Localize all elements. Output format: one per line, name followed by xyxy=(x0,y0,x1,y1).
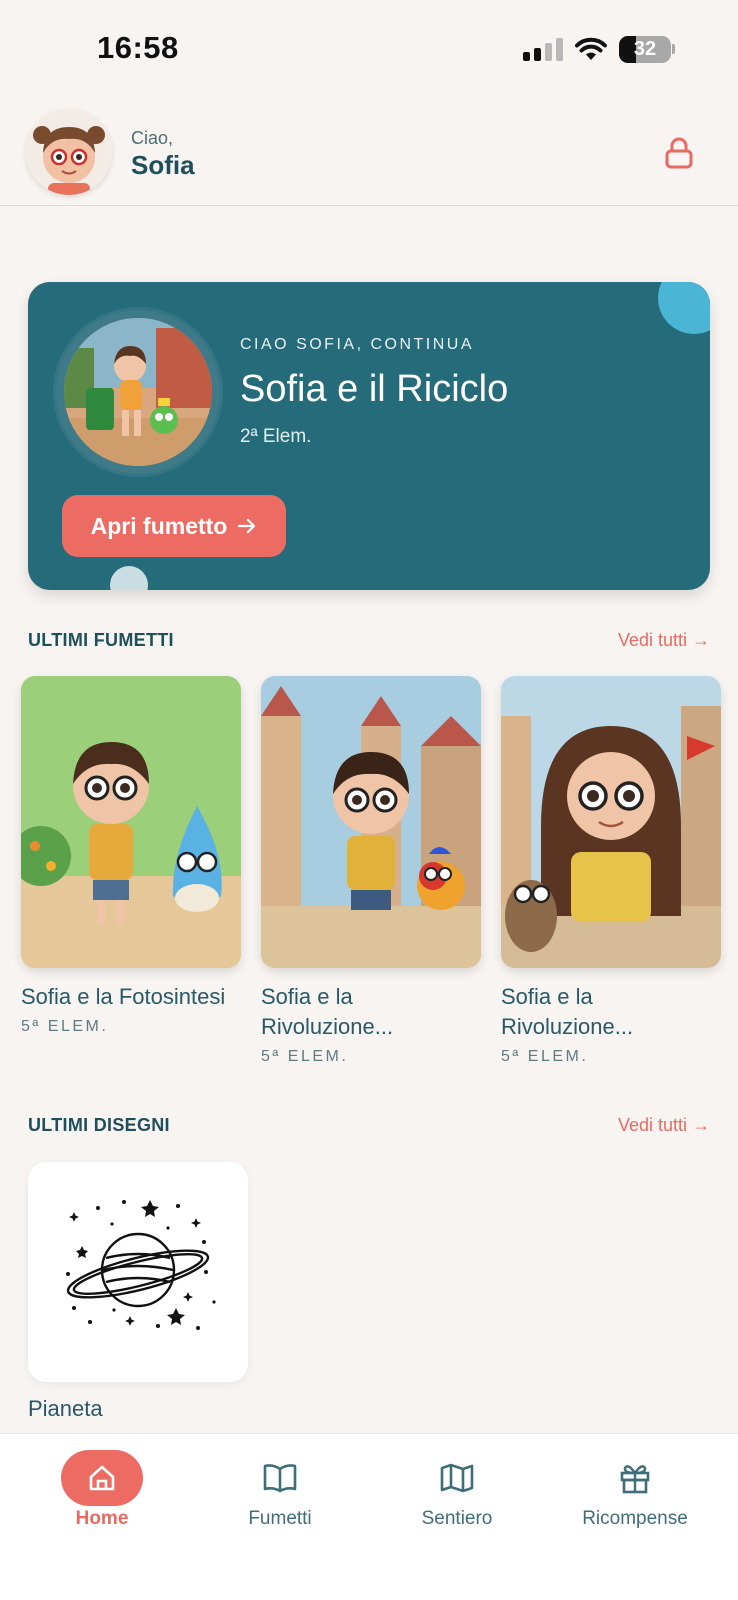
decorative-bubble xyxy=(658,282,710,334)
gift-icon xyxy=(620,1465,650,1494)
signal-icon xyxy=(523,38,563,61)
wifi-icon xyxy=(575,37,607,60)
comic-grade: 5ª ELEM. xyxy=(261,1048,349,1065)
nav-label: Sentiero xyxy=(421,1508,493,1529)
comic-grade: 5ª ELEM. xyxy=(21,1018,109,1035)
decorative-bubble xyxy=(110,566,148,590)
comic-card[interactable]: Sofia e la Rivoluzione... 5ª ELEM. xyxy=(501,676,721,1066)
comic-title: Sofia e la Fotosintesi xyxy=(21,984,226,1009)
open-comic-button[interactable]: Apri fumetto xyxy=(62,495,286,557)
book-icon xyxy=(263,1464,297,1493)
open-comic-button-label: Apri fumetto xyxy=(90,512,228,539)
nav-item-fumetti[interactable]: Fumetti xyxy=(200,1434,360,1530)
comic-thumbnail xyxy=(501,676,721,968)
hero-title: Sofia e il Riciclo xyxy=(240,368,509,410)
nav-label: Ricompense xyxy=(582,1508,688,1529)
drawings-section-title: ULTIMI DISEGNI xyxy=(28,1115,170,1135)
battery-percent: 32 xyxy=(633,38,657,60)
comic-title: Sofia e la Rivoluzione... xyxy=(261,984,394,1039)
comic-title: Sofia e la Rivoluzione... xyxy=(501,984,634,1039)
nav-label: Fumetti xyxy=(248,1508,312,1529)
battery-icon: 32 xyxy=(619,36,671,63)
girl-avatar-image xyxy=(26,109,112,195)
comics-section-title: ULTIMI FUMETTI xyxy=(28,630,174,650)
status-time: 16:58 xyxy=(97,30,179,65)
nav-item-home[interactable]: Home xyxy=(22,1434,182,1530)
hero-eyebrow: CIAO SOFIA, CONTINUA xyxy=(240,336,475,353)
nav-item-ricompense[interactable]: Ricompense xyxy=(555,1434,715,1530)
comic-thumbnail xyxy=(261,676,481,968)
status-bar: 16:58 32 xyxy=(0,0,738,100)
drawing-title: Pianeta xyxy=(28,1396,103,1421)
comics-see-all-link[interactable]: Vedi tutti → xyxy=(618,630,710,651)
app-header: Ciao, Sofia xyxy=(0,100,738,206)
comic-thumbnail xyxy=(21,676,241,968)
comic-cover-image xyxy=(56,310,220,474)
home-icon xyxy=(61,1450,143,1506)
user-name: Sofia xyxy=(131,150,195,180)
nav-item-sentiero[interactable]: Sentiero xyxy=(377,1434,537,1530)
comic-card[interactable]: Sofia e la Fotosintesi 5ª ELEM. xyxy=(21,676,241,1036)
continue-reading-card[interactable]: CIAO SOFIA, CONTINUA Sofia e il Riciclo … xyxy=(28,282,710,590)
bottom-nav: Home Fumetti Sentiero Ricompense xyxy=(0,1433,738,1600)
nav-label: Home xyxy=(75,1508,129,1529)
greeting-label: Ciao, xyxy=(131,128,174,148)
comic-card[interactable]: Sofia e la Rivoluzione... 5ª ELEM. xyxy=(261,676,481,1066)
hero-grade: 2ª Elem. xyxy=(240,426,312,447)
map-icon xyxy=(440,1463,474,1493)
drawings-see-all-link[interactable]: Vedi tutti → xyxy=(618,1115,710,1136)
planet-drawing-image xyxy=(66,1200,216,1330)
comic-grade: 5ª ELEM. xyxy=(501,1048,589,1065)
lock-icon[interactable] xyxy=(664,137,694,169)
drawing-card[interactable] xyxy=(28,1162,248,1382)
avatar[interactable] xyxy=(26,109,112,195)
arrow-right-icon xyxy=(238,518,256,534)
